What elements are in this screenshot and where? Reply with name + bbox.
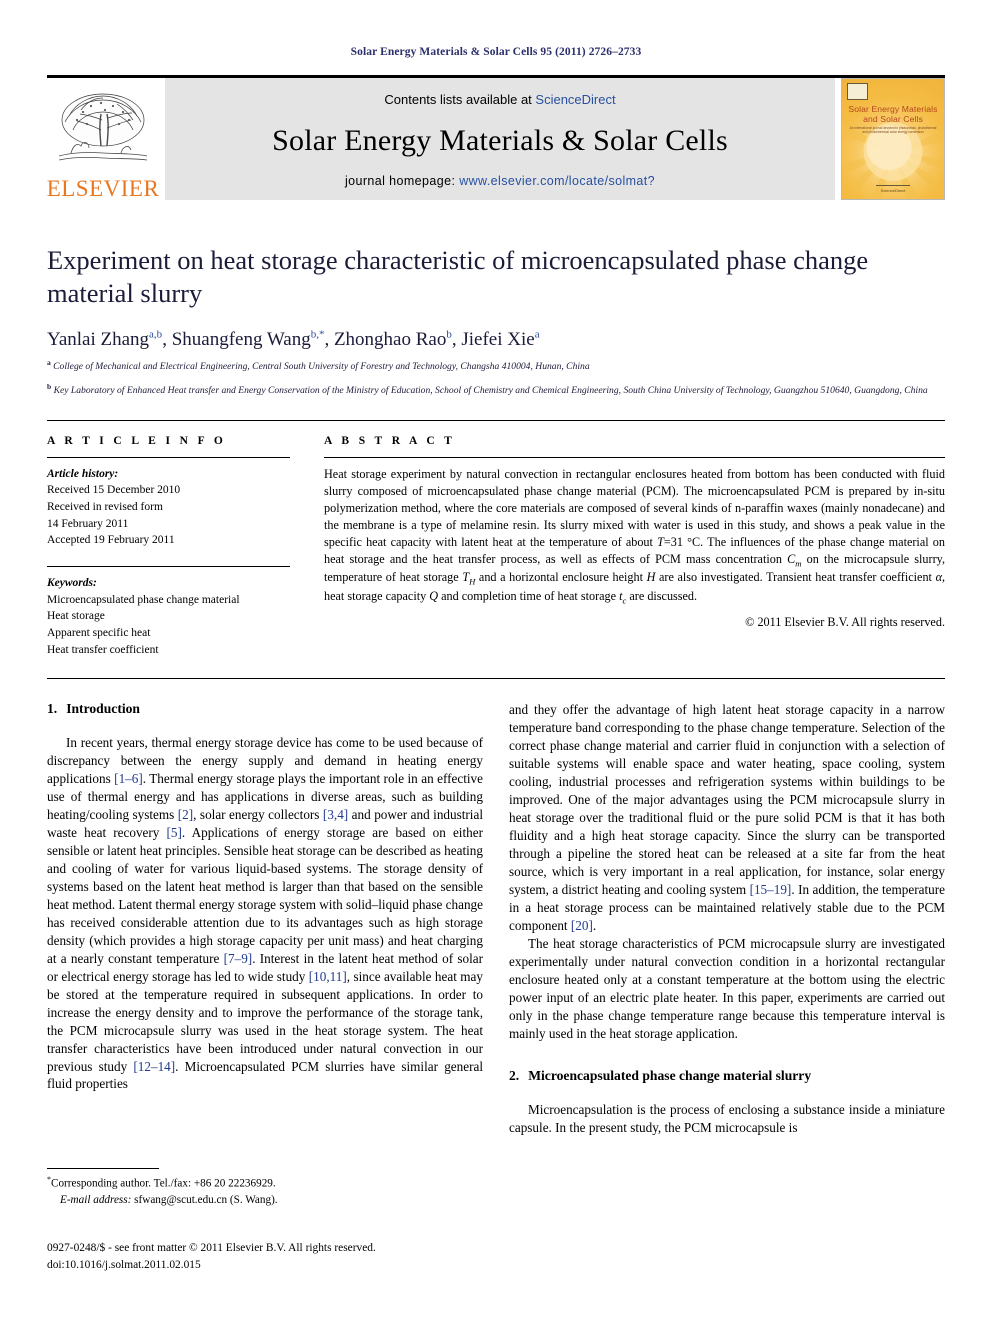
keywords-rule xyxy=(47,565,290,567)
article-info-rule xyxy=(47,456,290,458)
author-list: Yanlai Zhanga,b, Shuangfeng Wangb,*, Zho… xyxy=(47,328,945,351)
keyword-item: Microencapsulated phase change material xyxy=(47,593,240,606)
author-entry: Jiefei Xiea xyxy=(461,328,540,350)
section-2-label: Microencapsulated phase change material … xyxy=(528,1068,812,1084)
footnote-rule xyxy=(47,1168,159,1169)
author-affil-marker: b,* xyxy=(310,328,325,341)
section-1-label: Introduction xyxy=(66,701,140,717)
author-entry: Shuangfeng Wangb,*, xyxy=(171,328,334,350)
keyword-item: Heat transfer coefficient xyxy=(47,643,159,656)
cover-footer-rule xyxy=(876,185,910,186)
email-address[interactable]: sfwang@scut.edu.cn (S. Wang). xyxy=(134,1194,277,1206)
author-name: Shuangfeng Wang xyxy=(171,328,311,350)
info-abstract-region: A R T I C L E I N F O Article history: R… xyxy=(47,435,945,659)
page-title: Experiment on heat storage characteristi… xyxy=(47,245,869,309)
affiliation-text: Key Laboratory of Enhanced Heat transfer… xyxy=(53,384,928,396)
elsevier-logo: ELSEVIER xyxy=(47,78,159,200)
sciencedirect-link[interactable]: ScienceDirect xyxy=(535,92,615,107)
abstract-column: A B S T R A C T Heat storage experiment … xyxy=(324,435,945,659)
section-2-paragraph-1: Microencapsulation is the process of enc… xyxy=(509,1102,945,1136)
email-note: E-mail address: sfwang@scut.edu.cn (S. W… xyxy=(47,1192,487,1208)
homepage-url-link[interactable]: www.elsevier.com/locate/solmat? xyxy=(459,174,655,188)
affiliation-marker: a xyxy=(47,358,51,368)
body-column-right: and they offer the advantage of high lat… xyxy=(509,701,945,1137)
author-name: Zhonghao Rao xyxy=(333,328,447,350)
history-item: Received 15 December 2010 xyxy=(47,484,181,497)
elsevier-tree-icon xyxy=(58,93,148,161)
keywords-label: Keywords: xyxy=(47,576,97,589)
section-1-paragraph-1-part-right: and they offer the advantage of high lat… xyxy=(509,702,945,933)
corresponding-author-text: Corresponding author. Tel./fax: +86 20 2… xyxy=(51,1177,276,1190)
article-info-heading: A R T I C L E I N F O xyxy=(47,434,227,447)
elsevier-wordmark: ELSEVIER xyxy=(46,176,160,201)
cover-title-line2: and Solar Cells xyxy=(863,114,923,125)
history-item: Accepted 19 February 2011 xyxy=(47,534,175,547)
author-entry: Zhonghao Raob, xyxy=(333,328,462,350)
article-history-label: Article history: xyxy=(47,467,119,480)
keyword-item: Heat storage xyxy=(47,610,105,623)
article-info-column: A R T I C L E I N F O Article history: R… xyxy=(47,435,290,659)
affiliation-marker: b xyxy=(47,381,52,391)
author-affil-marker: a xyxy=(534,328,540,341)
author-sep: , xyxy=(324,328,334,350)
journal-cover-thumbnail: Solar Energy Materials and Solar Cells A… xyxy=(841,78,945,200)
author-sep: , xyxy=(451,328,462,350)
homepage-label: journal homepage: xyxy=(344,174,460,188)
author-entry: Yanlai Zhanga,b, xyxy=(47,328,172,350)
section-2-title: 2. Microencapsulated phase change materia… xyxy=(509,1068,945,1084)
imprint-line-1: 0927-0248/$ - see front matter © 2011 El… xyxy=(47,1242,376,1254)
section-1-paragraph-1-part-left: In recent years, thermal energy storage … xyxy=(47,735,484,1092)
section-1-number: 1. xyxy=(47,701,58,717)
history-item: Received in revised form xyxy=(47,500,163,513)
cover-footer-label: ScienceDirect xyxy=(880,188,906,193)
imprint-line-2[interactable]: doi:10.1016/j.solmat.2011.02.015 xyxy=(47,1257,517,1274)
cover-title-line1: Solar Energy Materials xyxy=(848,104,938,114)
affiliation-text: College of Mechanical and Electrical Eng… xyxy=(53,361,590,373)
footnote-block: *Corresponding author. Tel./fax: +86 20 … xyxy=(47,1168,487,1208)
author-sep: , xyxy=(162,328,172,350)
contents-available-line: Contents lists available at ScienceDirec… xyxy=(384,92,615,107)
imprint-block: 0927-0248/$ - see front matter © 2011 El… xyxy=(47,1240,517,1273)
contents-prefix: Contents lists available at xyxy=(384,92,536,107)
keyword-item: Apparent specific heat xyxy=(47,627,151,639)
cover-subtitle: An international journal devoted to phot… xyxy=(849,126,937,135)
abstract-heading: A B S T R A C T xyxy=(324,434,456,447)
title-block: Experiment on heat storage characteristi… xyxy=(47,244,945,398)
running-head: Solar Energy Materials & Solar Cells 95 … xyxy=(350,46,642,58)
journal-homepage-line: journal homepage: www.elsevier.com/locat… xyxy=(345,174,655,188)
body-column-left: 1. Introduction In recent years, thermal … xyxy=(47,701,483,1137)
section-1-paragraph-2: The heat storage characteristics of PCM … xyxy=(509,935,945,1041)
author-name: Jiefei Xie xyxy=(461,328,535,350)
cover-header: Solar Energy Materials and Solar Cells A… xyxy=(847,83,939,135)
journal-band: Contents lists available at ScienceDirec… xyxy=(165,78,835,200)
section-2-wrapper: 2. Microencapsulated phase change materia… xyxy=(509,1068,945,1137)
author-affil-marker: a,b xyxy=(149,328,163,341)
body-top-rule xyxy=(47,678,945,680)
journal-title: Solar Energy Materials & Solar Cells xyxy=(272,123,728,157)
history-item: 14 February 2011 xyxy=(47,517,129,530)
affiliation-a: a College of Mechanical and Electrical E… xyxy=(47,358,945,374)
affiliation-b: b Key Laboratory of Enhanced Heat transf… xyxy=(47,382,945,398)
author-name: Yanlai Zhang xyxy=(47,328,150,350)
abstract-rule xyxy=(324,456,945,458)
cover-footer: ScienceDirect xyxy=(842,185,944,193)
section-1-title: 1. Introduction xyxy=(47,701,483,717)
abstract-text: Heat storage experiment by natural conve… xyxy=(324,466,946,606)
info-top-rule xyxy=(47,419,945,421)
email-label: E-mail address: xyxy=(60,1193,132,1206)
cover-elsevier-mini-logo-icon xyxy=(847,83,868,100)
corresponding-author-note: *Corresponding author. Tel./fax: +86 20 … xyxy=(47,1174,487,1192)
paper-page: Solar Energy Materials & Solar Cells 95 … xyxy=(0,0,992,1323)
body-columns: 1. Introduction In recent years, thermal … xyxy=(47,701,945,1137)
section-2-number: 2. xyxy=(509,1068,520,1084)
abstract-copyright: © 2011 Elsevier B.V. All rights reserved… xyxy=(745,615,945,630)
journal-masthead: ELSEVIER Contents lists available at Sci… xyxy=(47,75,945,200)
